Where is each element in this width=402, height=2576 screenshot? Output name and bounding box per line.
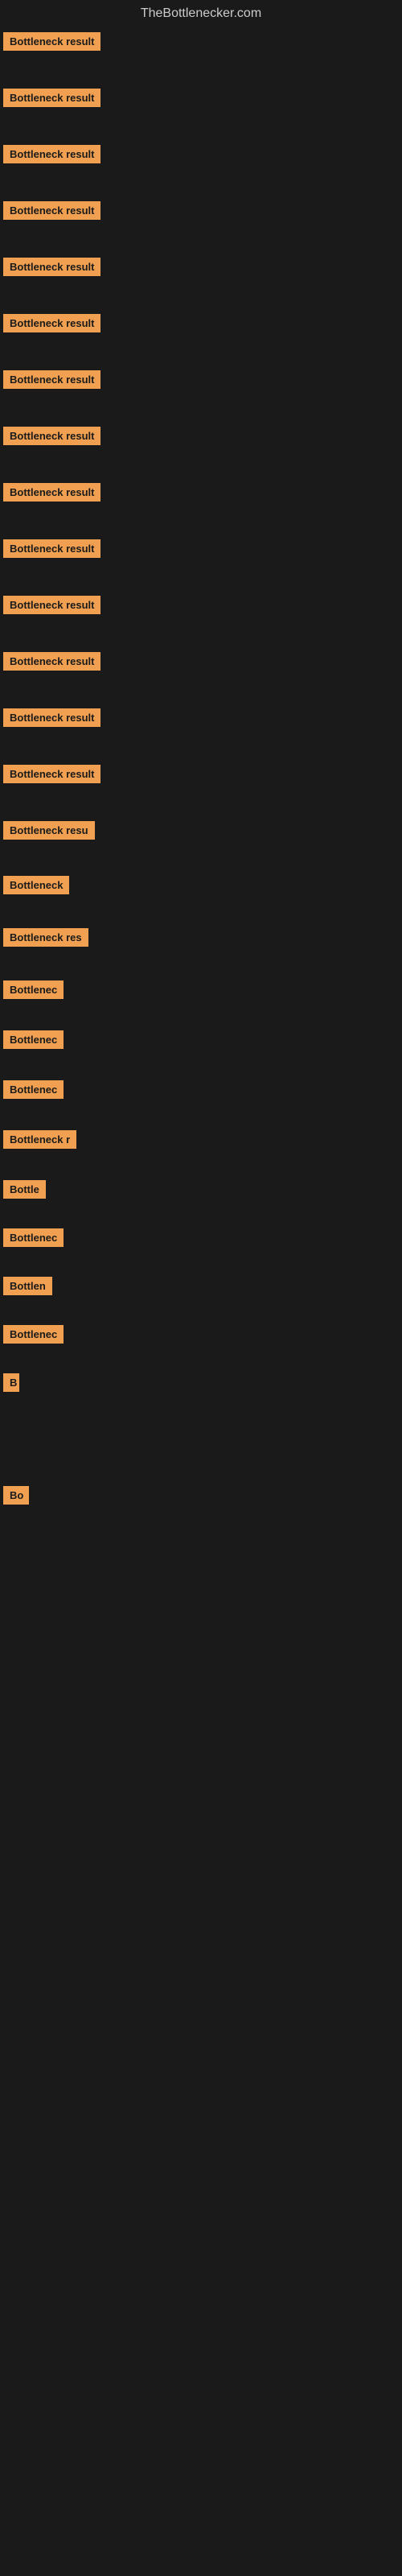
bottleneck-result-label: Bottlenec bbox=[3, 1325, 64, 1344]
list-item: Bottleneck result bbox=[0, 365, 402, 398]
bottleneck-result-label: Bottleneck result bbox=[3, 652, 100, 671]
bottleneck-result-label: Bottle bbox=[3, 1180, 46, 1199]
bottleneck-result-label: Bottlenec bbox=[3, 1080, 64, 1099]
list-item bbox=[0, 1753, 402, 1763]
list-item bbox=[0, 1459, 402, 1468]
bottleneck-result-label: Bottleneck result bbox=[3, 427, 100, 445]
bottleneck-result-label: Bottleneck resu bbox=[3, 821, 95, 840]
list-item: B bbox=[0, 1368, 402, 1401]
bottleneck-result-label: Bottleneck result bbox=[3, 483, 100, 502]
list-item: Bottlen bbox=[0, 1272, 402, 1304]
bottleneck-result-label: Bottleneck result bbox=[3, 708, 100, 727]
bottleneck-result-label: Bottleneck res bbox=[3, 928, 88, 947]
bottleneck-result-label: Bottleneck result bbox=[3, 765, 100, 783]
list-item: Bo bbox=[0, 1481, 402, 1513]
bottleneck-result-label: Bottleneck bbox=[3, 876, 69, 894]
list-item: Bottleneck res bbox=[0, 923, 402, 956]
list-item: Bottleneck result bbox=[0, 309, 402, 341]
list-item: Bottleneck result bbox=[0, 478, 402, 510]
list-item: Bottleneck result bbox=[0, 27, 402, 60]
bottleneck-result-label: Bottleneck result bbox=[3, 539, 100, 558]
list-item: Bottleneck result bbox=[0, 140, 402, 172]
list-item: Bottleneck result bbox=[0, 253, 402, 285]
bottleneck-result-label: Bottleneck result bbox=[3, 201, 100, 220]
list-item bbox=[0, 1525, 402, 1534]
bottleneck-result-label: B bbox=[3, 1373, 19, 1392]
list-item: Bottleneck result bbox=[0, 591, 402, 623]
list-item: Bottleneck result bbox=[0, 422, 402, 454]
list-item: Bottlenec bbox=[0, 1075, 402, 1108]
list-item: Bottleneck result bbox=[0, 647, 402, 679]
list-item: Bottlenec bbox=[0, 976, 402, 1008]
list-item: Bottleneck resu bbox=[0, 816, 402, 848]
bottleneck-result-label: Bottlenec bbox=[3, 980, 64, 999]
bottleneck-result-label: Bo bbox=[3, 1486, 29, 1505]
bottleneck-result-label: Bottlen bbox=[3, 1277, 52, 1295]
list-item: Bottleneck result bbox=[0, 704, 402, 736]
bottleneck-result-label: Bottleneck result bbox=[3, 32, 100, 51]
list-item: Bottleneck bbox=[0, 871, 402, 903]
list-item: Bottlenec bbox=[0, 1320, 402, 1352]
list-item: Bottleneck result bbox=[0, 760, 402, 792]
bottleneck-list: Bottleneck result Bottleneck result Bottle… bbox=[0, 27, 402, 1763]
bottleneck-result-label: Bottlenec bbox=[3, 1030, 64, 1049]
bottleneck-result-label: Bottleneck result bbox=[3, 145, 100, 163]
list-item bbox=[0, 1414, 402, 1423]
bottleneck-result-label: Bottleneck result bbox=[3, 258, 100, 276]
list-item: Bottleneck r bbox=[0, 1125, 402, 1158]
list-item: Bottleneck result bbox=[0, 535, 402, 567]
bottleneck-result-label: Bottleneck result bbox=[3, 370, 100, 389]
list-item: Bottlenec bbox=[0, 1224, 402, 1256]
list-item: Bottleneck result bbox=[0, 84, 402, 116]
list-item bbox=[0, 1436, 402, 1446]
list-item: Bottle bbox=[0, 1175, 402, 1208]
bottleneck-result-label: Bottleneck result bbox=[3, 596, 100, 614]
bottleneck-result-label: Bottleneck result bbox=[3, 314, 100, 332]
list-item: Bottleneck result bbox=[0, 196, 402, 229]
page-container: TheBottlenecker.com Bottleneck resultBot… bbox=[0, 0, 402, 1763]
list-item bbox=[0, 1639, 402, 1649]
list-item: Bottlenec bbox=[0, 1026, 402, 1058]
bottleneck-result-label: Bottlenec bbox=[3, 1228, 64, 1247]
bottleneck-result-label: Bottleneck result bbox=[3, 89, 100, 107]
bottleneck-result-label: Bottleneck r bbox=[3, 1130, 76, 1149]
site-title: TheBottlenecker.com bbox=[0, 0, 402, 27]
